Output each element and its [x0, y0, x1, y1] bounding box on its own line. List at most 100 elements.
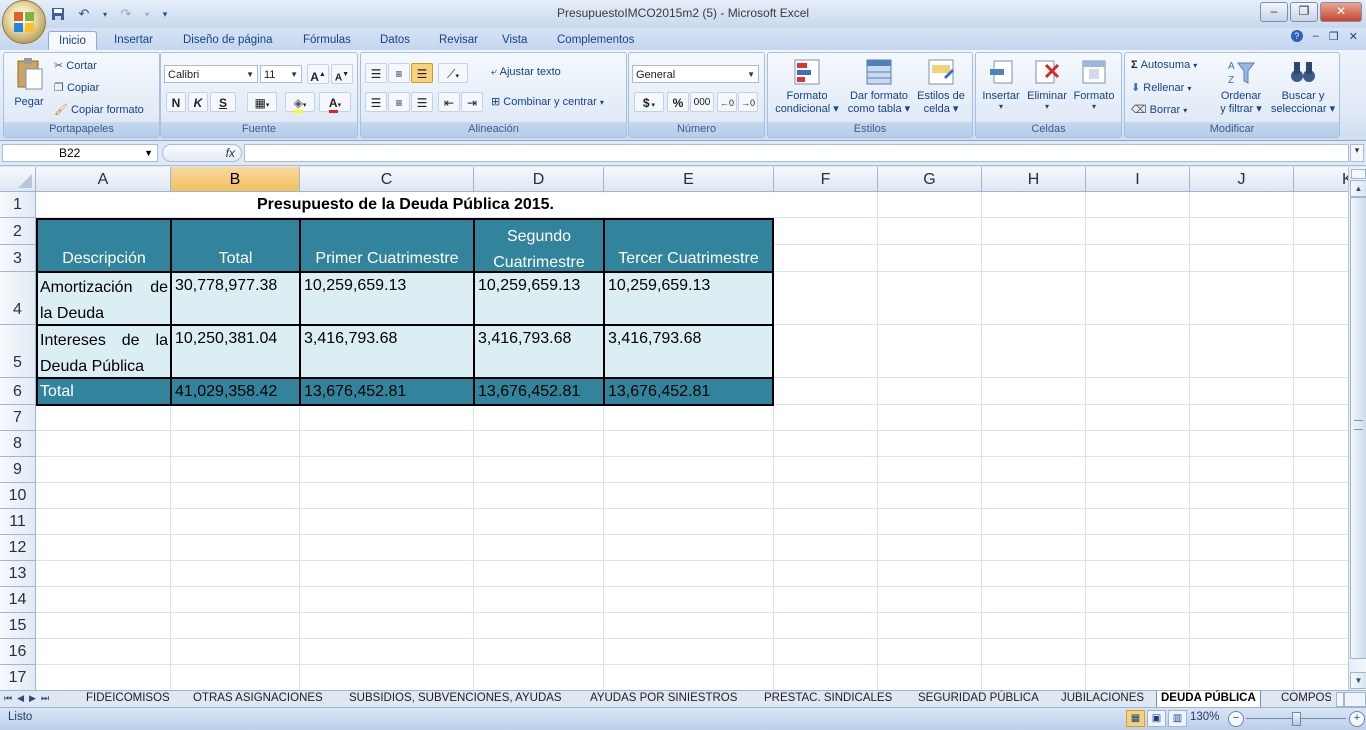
cell-a5[interactable]: Intereses de la Deuda Pública [36, 324, 172, 379]
cell-b5[interactable]: 10,250,381.04 [170, 324, 301, 379]
cell-c6[interactable]: 13,676,452.81 [299, 377, 475, 406]
row-header-5[interactable]: 5 [0, 325, 36, 378]
column-header-i[interactable]: I [1086, 167, 1190, 192]
row-header-16[interactable]: 16 [0, 639, 36, 665]
row-header-10[interactable]: 10 [0, 483, 36, 509]
cell-c5[interactable]: 3,416,793.68 [299, 324, 475, 379]
delete-cells-button[interactable]: Eliminar ▾ [1024, 57, 1070, 111]
formula-input[interactable] [244, 144, 1349, 162]
row-header-6[interactable]: 6 [0, 378, 36, 405]
currency-button[interactable]: $ ▾ [634, 92, 664, 112]
cut-button[interactable]: ✂ Cortar [54, 59, 97, 72]
column-header-j[interactable]: J [1190, 167, 1294, 192]
tab-insertar[interactable]: Insertar [104, 31, 163, 50]
office-button[interactable] [2, 0, 46, 44]
sheet-tab-fideicomisos[interactable]: FIDEICOMISOS [86, 691, 170, 707]
maximize-button[interactable]: ❐ [1290, 2, 1318, 22]
increase-indent-button[interactable]: ⇥ [461, 92, 483, 112]
sheet-tab-ayudas-siniestros[interactable]: AYUDAS POR SINIESTROS [590, 691, 737, 707]
column-header-k[interactable]: K [1294, 167, 1348, 192]
row-header-4[interactable]: 4 [0, 272, 36, 325]
underline-button[interactable]: S [210, 92, 236, 112]
fill-color-button[interactable]: ◈▾ [285, 92, 315, 113]
row-header-13[interactable]: 13 [0, 561, 36, 587]
minimize-button[interactable]: – [1260, 2, 1288, 22]
clear-button[interactable]: ⌫ Borrar ▾ [1131, 103, 1187, 116]
cell-styles-button[interactable]: Estilos de celda ▾ [912, 57, 970, 115]
ribbon-minimize-icon[interactable]: – [1313, 30, 1319, 43]
row-header-17[interactable]: 17 [0, 665, 36, 690]
sheet-tab-subsidios[interactable]: SUBSIDIOS, SUBVENCIONES, AYUDAS [349, 691, 562, 707]
align-bottom-button[interactable]: ☰ [411, 63, 433, 83]
cell-d4[interactable]: 10,259,659.13 [473, 271, 605, 326]
column-header-f[interactable]: F [774, 167, 878, 192]
tab-revisar[interactable]: Revisar [429, 31, 488, 50]
horizontal-scrollbar[interactable] [1344, 692, 1366, 707]
tab-complementos[interactable]: Complementos [547, 31, 644, 50]
font-color-button[interactable]: A▾ [319, 92, 351, 113]
italic-button[interactable]: K [188, 92, 208, 112]
column-header-c[interactable]: C [300, 167, 474, 192]
column-header-a[interactable]: A [36, 167, 171, 192]
percent-button[interactable]: % [667, 92, 689, 112]
paste-button[interactable]: Pegar [8, 57, 50, 108]
cell-e6[interactable]: 13,676,452.81 [603, 377, 774, 406]
cell-b4[interactable]: 30,778,977.38 [170, 271, 301, 326]
font-size-combo[interactable]: 11 ▼ [260, 65, 302, 83]
row-header-14[interactable]: 14 [0, 587, 36, 613]
cell-d5[interactable]: 3,416,793.68 [473, 324, 605, 379]
sheet-nav-buttons[interactable]: ⏮◀▶⏭ [4, 691, 54, 706]
cell-d6[interactable]: 13,676,452.81 [473, 377, 605, 406]
header-tercer-cuatrimestre[interactable]: Tercer Cuatrimestre [603, 218, 774, 273]
zoom-level[interactable]: 130% [1190, 711, 1219, 723]
tab-formulas[interactable]: Fórmulas [293, 31, 361, 50]
sheet-tab-seguridad-publica[interactable]: SEGURIDAD PÚBLICA [918, 691, 1039, 707]
tab-inicio[interactable]: Inicio [48, 31, 97, 51]
scroll-thumb[interactable] [1350, 197, 1366, 659]
conditional-format-button[interactable]: Formato condicional ▾ [772, 57, 842, 115]
row-header-3[interactable]: 3 [0, 245, 36, 272]
column-header-d[interactable]: D [474, 167, 604, 192]
cell-a4[interactable]: Amortización de la Deuda [36, 271, 172, 326]
row-header-15[interactable]: 15 [0, 613, 36, 639]
shrink-font-button[interactable]: A▼ [331, 64, 353, 84]
select-all-corner[interactable] [0, 167, 36, 192]
split-box[interactable] [1351, 169, 1366, 179]
page-layout-view-icon[interactable]: ▣ [1147, 710, 1166, 727]
number-format-combo[interactable]: General ▼ [632, 65, 759, 83]
header-primer-cuatrimestre[interactable]: Primer Cuatrimestre [299, 218, 475, 273]
header-total[interactable]: Total [170, 218, 301, 273]
row-header-9[interactable]: 9 [0, 457, 36, 483]
align-center-button[interactable]: ≡ [388, 92, 410, 112]
sheet-tab-otras-asignaciones[interactable]: OTRAS ASIGNACIONES [193, 691, 323, 707]
spreadsheet-grid[interactable]: A B C D E F G H I J K 1 2 3 4 5 6 7 8 9 … [0, 167, 1348, 690]
thousands-button[interactable]: 000 [690, 92, 714, 112]
decrease-indent-button[interactable]: ⇤ [438, 92, 460, 112]
table-title[interactable]: Presupuesto de la Deuda Pública 2015. [37, 193, 774, 217]
align-left-button[interactable]: ☰ [365, 92, 387, 112]
vertical-scrollbar[interactable]: ▲ ▼ [1348, 167, 1366, 690]
tab-diseno[interactable]: Diseño de página [173, 31, 283, 50]
expand-formula-bar-button[interactable]: ▾ [1350, 144, 1364, 162]
sort-filter-button[interactable]: AZ Ordenar y filtrar ▾ [1211, 57, 1271, 115]
tab-datos[interactable]: Datos [370, 31, 420, 50]
header-descripcion[interactable]: Descripción [36, 218, 172, 273]
name-box[interactable]: B22 ▼ [2, 144, 158, 162]
ribbon-close-icon[interactable]: ✕ [1349, 30, 1358, 43]
grow-font-button[interactable]: A▲ [307, 64, 329, 84]
ribbon-restore-icon[interactable]: ❐ [1329, 30, 1339, 43]
column-header-e[interactable]: E [604, 167, 774, 192]
decrease-decimal-button[interactable]: →0 [738, 92, 758, 112]
row-header-7[interactable]: 7 [0, 405, 36, 431]
header-segundo-cuatrimestre[interactable]: Segundo Cuatrimestre [473, 218, 605, 273]
row-header-8[interactable]: 8 [0, 431, 36, 457]
zoom-slider-thumb[interactable] [1292, 712, 1301, 726]
scroll-down-button[interactable]: ▼ [1350, 672, 1366, 689]
cell-b6[interactable]: 41,029,358.42 [170, 377, 301, 406]
bold-button[interactable]: N [166, 92, 186, 112]
sheet-tab-composi[interactable]: COMPOSI [1281, 691, 1331, 707]
row-header-12[interactable]: 12 [0, 535, 36, 561]
tab-split-handle[interactable] [1336, 692, 1344, 707]
help-icon[interactable]: ? [1290, 30, 1303, 42]
sheet-tab-prestac-sindicales[interactable]: PRESTAC. SINDICALES [764, 691, 892, 707]
